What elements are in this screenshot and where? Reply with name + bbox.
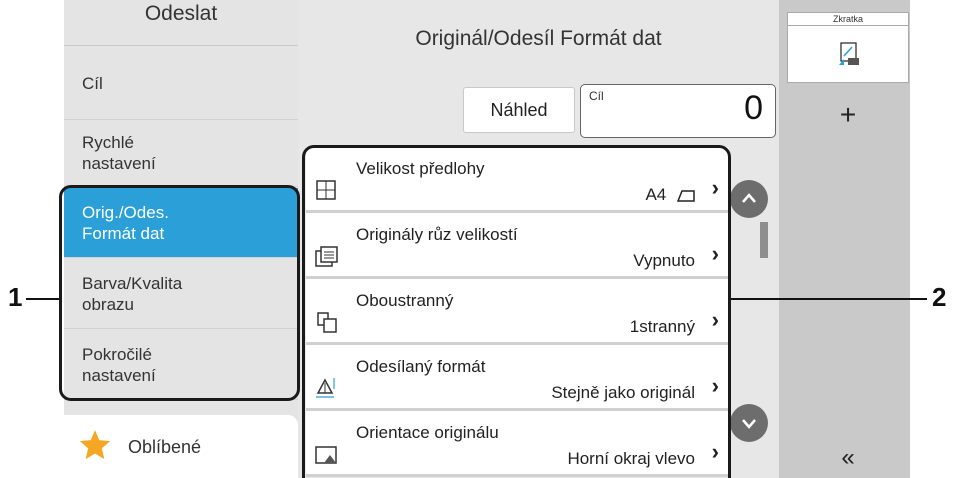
callout-frame-1 bbox=[59, 185, 300, 401]
destination-label: Cíl bbox=[589, 89, 604, 103]
page-title: Originál/Odesíl Formát dat bbox=[415, 27, 662, 50]
destination-counter[interactable]: Cíl 0 bbox=[580, 84, 776, 138]
favorites-button[interactable]: Oblíbené bbox=[64, 415, 298, 478]
sidebar-item-destination[interactable]: Cíl bbox=[64, 47, 298, 120]
callout-number-1: 1 bbox=[8, 282, 23, 312]
favorites-label: Oblíbené bbox=[128, 437, 202, 457]
chevron-down-icon bbox=[742, 419, 756, 429]
preview-button[interactable]: Náhled bbox=[463, 87, 575, 133]
callout-frame-2 bbox=[302, 145, 731, 478]
callout-number-2: 2 bbox=[932, 282, 947, 312]
callout-line-1 bbox=[26, 298, 59, 300]
sidebar-title: Odeslat bbox=[64, 0, 298, 46]
shortcut-label: Zkratka bbox=[787, 12, 909, 26]
shortcut-document-icon bbox=[839, 42, 859, 65]
star-icon bbox=[79, 430, 111, 460]
chevron-up-icon bbox=[742, 193, 756, 203]
collapse-button[interactable]: « bbox=[787, 440, 909, 476]
destination-count: 0 bbox=[744, 89, 763, 127]
scroll-up-button[interactable] bbox=[730, 180, 768, 218]
scrollbar-thumb[interactable] bbox=[760, 222, 768, 258]
callout-line-2 bbox=[731, 298, 927, 300]
add-shortcut-button[interactable]: + bbox=[787, 90, 909, 140]
shortcut-button[interactable] bbox=[787, 26, 909, 83]
sidebar-item-quick-setup[interactable]: Rychlé nastavení bbox=[64, 120, 298, 187]
scroll-down-button[interactable] bbox=[730, 404, 768, 442]
